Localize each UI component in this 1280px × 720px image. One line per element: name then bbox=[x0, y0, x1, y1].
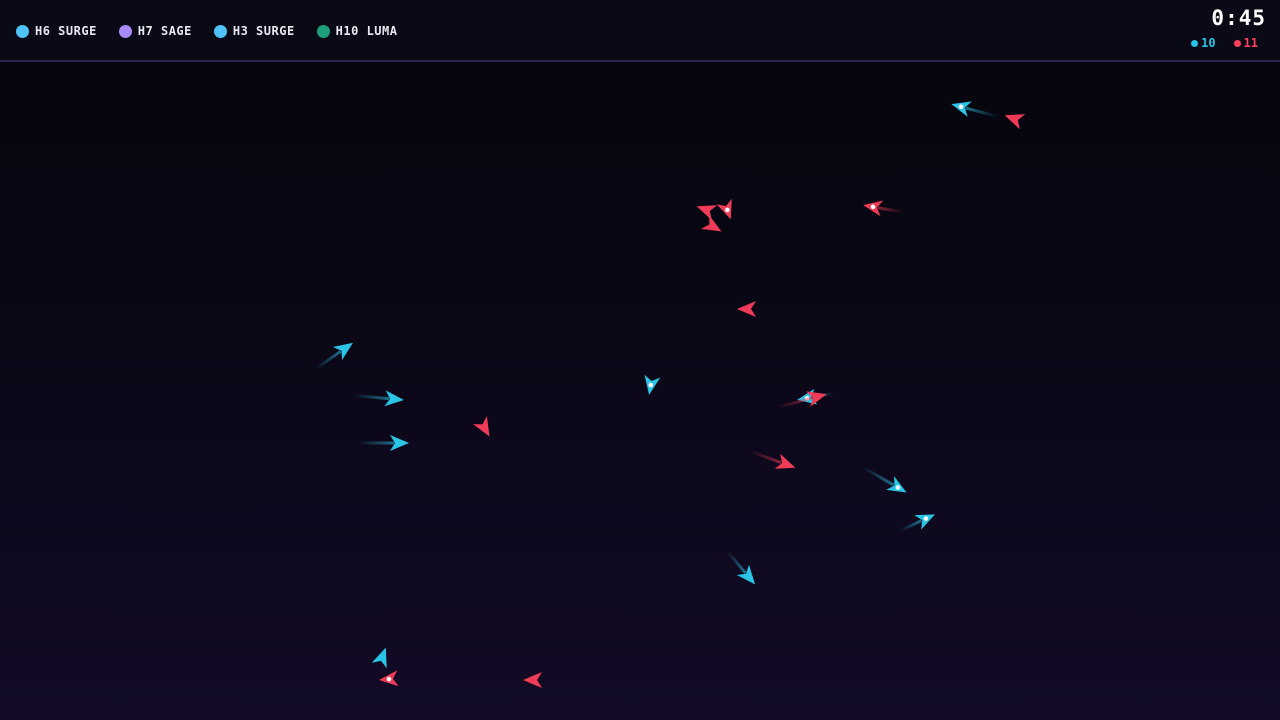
red-ship bbox=[737, 301, 756, 317]
red-team-score: 11 bbox=[1233, 36, 1258, 50]
ship-hull bbox=[332, 342, 354, 361]
red-ship bbox=[1004, 114, 1026, 130]
cyan-ship bbox=[644, 374, 661, 395]
red-ship bbox=[701, 215, 722, 232]
engine-trail bbox=[877, 206, 904, 214]
engine-trail bbox=[315, 350, 342, 370]
top-hud: H6 SURGE H7 SAGE H3 SURGE H10 LUMA 0:45 … bbox=[0, 0, 1280, 62]
ship-hull bbox=[701, 215, 722, 232]
squad-color-dot bbox=[118, 24, 132, 38]
roster-item-h10-luma[interactable]: H10 LUMA bbox=[316, 24, 398, 38]
engine-trail bbox=[776, 396, 813, 409]
cyan-score-value: 10 bbox=[1201, 36, 1216, 50]
red-ship bbox=[776, 391, 827, 409]
cyan-ship bbox=[726, 550, 756, 585]
cyan-ship bbox=[861, 465, 907, 493]
engine-trail bbox=[748, 449, 782, 465]
red-ship bbox=[696, 205, 718, 221]
match-timer: 0:45 bbox=[1211, 6, 1266, 30]
engine-trail bbox=[726, 550, 747, 574]
roster-item-h3-surge[interactable]: H3 SURGE bbox=[213, 24, 295, 38]
cyan-ship bbox=[315, 342, 354, 370]
engine-trail bbox=[353, 394, 390, 401]
roster-label: H7 SAGE bbox=[137, 24, 192, 38]
cyan-ship bbox=[371, 647, 387, 669]
cyan-ship bbox=[358, 435, 409, 451]
roster-label: H6 SURGE bbox=[35, 24, 97, 38]
engine-trail bbox=[358, 441, 394, 445]
engine-trail bbox=[861, 465, 895, 487]
red-ship bbox=[863, 200, 904, 217]
red-ship bbox=[716, 198, 732, 220]
ship-hull bbox=[473, 416, 490, 437]
engine-trail bbox=[898, 519, 923, 533]
cyan-team-score: 10 bbox=[1191, 36, 1216, 50]
squad-color-dot bbox=[213, 24, 227, 38]
cyan-ship bbox=[898, 514, 935, 533]
engine-trail bbox=[965, 106, 1000, 119]
red-ship bbox=[523, 672, 542, 688]
red-score-value: 11 bbox=[1243, 36, 1258, 50]
roster-label: H10 LUMA bbox=[335, 24, 398, 38]
red-ship bbox=[748, 449, 796, 469]
roster-label: H3 SURGE bbox=[232, 24, 295, 38]
squad-roster: H6 SURGE H7 SAGE H3 SURGE H10 LUMA bbox=[16, 24, 419, 38]
cyan-ship bbox=[353, 390, 404, 407]
squad-color-dot bbox=[316, 24, 330, 38]
ship-hull bbox=[371, 647, 387, 669]
ship-hull bbox=[737, 301, 756, 317]
ship-hull bbox=[696, 205, 718, 221]
ship-hull bbox=[774, 453, 796, 469]
squad-color-dot bbox=[16, 24, 29, 38]
cyan-ship bbox=[951, 101, 1000, 119]
game-stage: H6 SURGE H7 SAGE H3 SURGE H10 LUMA 0:45 … bbox=[0, 0, 1280, 720]
cyan-team-dot-icon bbox=[1191, 39, 1199, 47]
roster-item-h6-surge[interactable]: H6 SURGE bbox=[16, 24, 97, 38]
ship-hull bbox=[523, 672, 542, 688]
red-ship bbox=[379, 670, 399, 687]
red-ship bbox=[473, 416, 490, 437]
roster-item-h7-sage[interactable]: H7 SAGE bbox=[118, 24, 192, 38]
red-team-dot-icon bbox=[1233, 39, 1241, 47]
team-score: 10 11 bbox=[1191, 36, 1258, 50]
battlefield bbox=[315, 101, 1026, 688]
ship-hull bbox=[1004, 114, 1026, 130]
